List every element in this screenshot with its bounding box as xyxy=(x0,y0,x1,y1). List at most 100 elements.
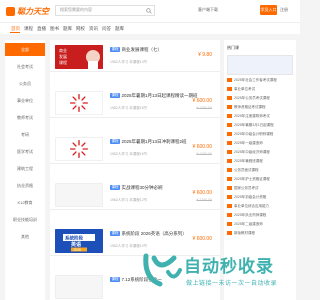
hot-badge-icon xyxy=(227,150,232,155)
course-thumbnail[interactable]: 商业 发展 课程 xyxy=(55,45,103,69)
course-title-text: 商业发展课程（七） xyxy=(121,47,163,52)
course-meta: 1982人学习 本课程16节 xyxy=(110,152,148,156)
page: 聪力天空 搜索您需要的内容 客户端下载 学员入口 注册 首页 课程 直播 图书 … xyxy=(0,0,300,300)
hot-badge-icon xyxy=(227,96,232,101)
sidebar-item[interactable]: 其他 xyxy=(5,230,45,243)
search-icon xyxy=(146,7,152,14)
panel-item[interactable]: 2025年护士资格证课程 xyxy=(227,177,295,185)
nav-item[interactable]: 图书 xyxy=(50,26,59,32)
sunburst-icon xyxy=(70,140,89,158)
course-title[interactable]: 课程 2025年暑期1月13日冲刺课程2班 xyxy=(110,139,187,145)
site-header: 聪力天空 搜索您需要的内容 客户端下载 学员入口 注册 xyxy=(0,0,300,22)
panel-item[interactable]: 事业单位综合应用能力 xyxy=(227,204,295,212)
hot-badge-icon xyxy=(227,177,232,182)
panel-item[interactable]: 新版教材课程 xyxy=(227,231,295,239)
course-title[interactable]: 课程 2025年暑期1月13日起课程精读一期班 xyxy=(110,93,198,99)
panel-item[interactable]: 2025年中级会计职称课程 xyxy=(227,132,295,140)
course-title-text: 2025年暑期1月13日冲刺课程2班 xyxy=(121,139,187,144)
sidebar-item[interactable]: 事业单位 xyxy=(5,94,45,107)
hot-badge-icon xyxy=(227,105,232,110)
course-tag: 课程 xyxy=(110,93,120,99)
sidebar-item[interactable]: 建筑工程 xyxy=(5,162,45,175)
panel-item[interactable]: 2025年暑假班课程 xyxy=(227,159,295,167)
nav-item[interactable]: 题库 xyxy=(63,26,72,32)
sidebar-item[interactable]: 医学考试 xyxy=(5,145,45,158)
panel-item[interactable]: 2025年二级建造师 xyxy=(227,222,295,230)
panel-item[interactable]: 2025年注册建筑师考试 xyxy=(227,114,295,122)
sidebar-item[interactable]: 职业技能培训 xyxy=(5,213,45,226)
category-sidebar: 全部 社会考试 公务员 事业单位 教师考试 考研 医学考试 建筑工程 执业资格 … xyxy=(5,40,45,300)
sidebar-item[interactable]: 考研 xyxy=(5,128,45,141)
sidebar-item[interactable]: K12教育 xyxy=(5,196,45,209)
watermark-logo-icon xyxy=(143,253,182,287)
panel-item[interactable]: 2025年暑期3月1日起课程 xyxy=(227,123,295,131)
search-input[interactable]: 搜索您需要的内容 xyxy=(60,7,92,13)
course-thumbnail[interactable] xyxy=(55,183,103,207)
course-card[interactable]: 课程 实战课程30分钟必刷 1982人学习 本课程12节 ¥ 600.00 ¥ 1… xyxy=(50,180,220,210)
nav-item[interactable]: 资讯 xyxy=(89,26,98,32)
panel-item[interactable]: 2025年中级经济师课程 xyxy=(227,150,295,158)
watermark-subtitle: 做上链接一未访一次一自动收录 xyxy=(186,281,278,287)
course-old-price: ¥ 1200.00 xyxy=(196,152,212,156)
hot-badge-icon xyxy=(227,168,232,173)
sidebar-item[interactable]: 社会考试 xyxy=(5,60,45,73)
nav-item[interactable]: 直播 xyxy=(37,26,46,32)
login-button[interactable]: 学员入口 xyxy=(260,5,277,15)
panel-item[interactable]: 2025年社会工作者考试课程 xyxy=(227,78,295,86)
course-title[interactable]: 课程 商业发展课程（七） xyxy=(110,47,162,53)
sidebar-item[interactable]: 执业资格 xyxy=(5,179,45,192)
course-thumbnail[interactable] xyxy=(55,137,103,161)
nav-item[interactable]: 题库 xyxy=(115,26,124,32)
panel-item[interactable]: 2025年执业药师课程 xyxy=(227,213,295,221)
logo-text: 聪力天空 xyxy=(17,6,49,16)
course-tag: 课程 xyxy=(110,47,120,53)
panel-item[interactable]: 国家公务员考试 xyxy=(227,186,295,194)
hot-badge-icon xyxy=(227,231,232,236)
panel-item[interactable]: 2025年一级建造师 xyxy=(227,141,295,149)
nav-item[interactable]: 网校 xyxy=(76,26,85,32)
sidebar-item[interactable]: 全部 xyxy=(5,43,45,56)
sidebar-item[interactable]: 公务员 xyxy=(5,77,45,90)
nav-item[interactable]: 课程 xyxy=(24,26,33,32)
panel-item[interactable]: 2025年公务员考试课程 xyxy=(227,96,295,104)
course-thumbnail[interactable]: 系统阶段 英语 2026 xyxy=(55,229,103,253)
panel-item[interactable]: 2025年初级会计资格 xyxy=(227,195,295,203)
course-title-text: 实战课程30分钟必刷 xyxy=(121,185,163,190)
course-title[interactable]: 课程 系统阶段 2026英语（高分系列） xyxy=(110,231,187,237)
nav-active-indicator xyxy=(10,32,20,33)
course-card[interactable]: 商业 发展 课程 课程 商业发展课程（七） 1982人学习 本课程14节 ¥ 9.… xyxy=(50,42,220,72)
panel-banner-image[interactable] xyxy=(227,55,293,75)
hot-badge-icon xyxy=(227,213,232,218)
site-logo[interactable]: 聪力天空 xyxy=(6,5,49,17)
search-box[interactable]: 搜索您需要的内容 xyxy=(55,5,155,16)
nav-item[interactable]: 问答 xyxy=(102,26,111,32)
course-thumbnail[interactable] xyxy=(55,275,103,299)
course-title[interactable]: 课程 实战课程30分钟必刷 xyxy=(110,185,163,191)
course-cover-art: 系统阶段 英语 2026 xyxy=(55,229,103,253)
course-price: ¥ 600.00 xyxy=(192,144,212,150)
register-link[interactable]: 注册 xyxy=(280,7,288,13)
hot-badge-icon xyxy=(227,204,232,209)
watermark-title: 自动秒收录 xyxy=(184,257,274,276)
course-card[interactable]: 课程 2025年暑期1月13日起课程精读一期班 1982人学习 本课程18节 ¥ … xyxy=(50,88,220,118)
panel-item[interactable]: 公务员面试课程 xyxy=(227,168,295,176)
panel-heading: 热门课 xyxy=(227,45,239,50)
course-price: ¥ 600.00 xyxy=(192,98,212,104)
panel-item[interactable]: 事业单位考试 xyxy=(227,87,295,95)
course-old-price: ¥ 1200.00 xyxy=(196,198,212,202)
svg-text:课程: 课程 xyxy=(59,59,67,65)
client-download-link[interactable]: 客户端下载 xyxy=(198,7,218,13)
hot-badge-icon xyxy=(227,195,232,200)
hot-badge-icon xyxy=(227,78,232,83)
sidebar-item[interactable]: 教师考试 xyxy=(5,111,45,124)
hot-badge-icon xyxy=(227,87,232,92)
course-thumbnail[interactable] xyxy=(55,91,103,115)
svg-text:发展: 发展 xyxy=(59,53,67,59)
course-meta: 1982人学习 本课程18节 xyxy=(110,106,148,110)
course-price: ¥ 600.00 xyxy=(192,236,212,242)
panel-item[interactable]: 教师资格证考试课程 xyxy=(227,105,295,113)
sunburst-icon xyxy=(70,94,89,113)
logo-icon xyxy=(6,6,15,16)
search-button[interactable] xyxy=(144,6,154,15)
course-card[interactable]: 课程 2025年暑期1月13日冲刺课程2班 1982人学习 本课程16节 ¥ 60… xyxy=(50,134,220,164)
